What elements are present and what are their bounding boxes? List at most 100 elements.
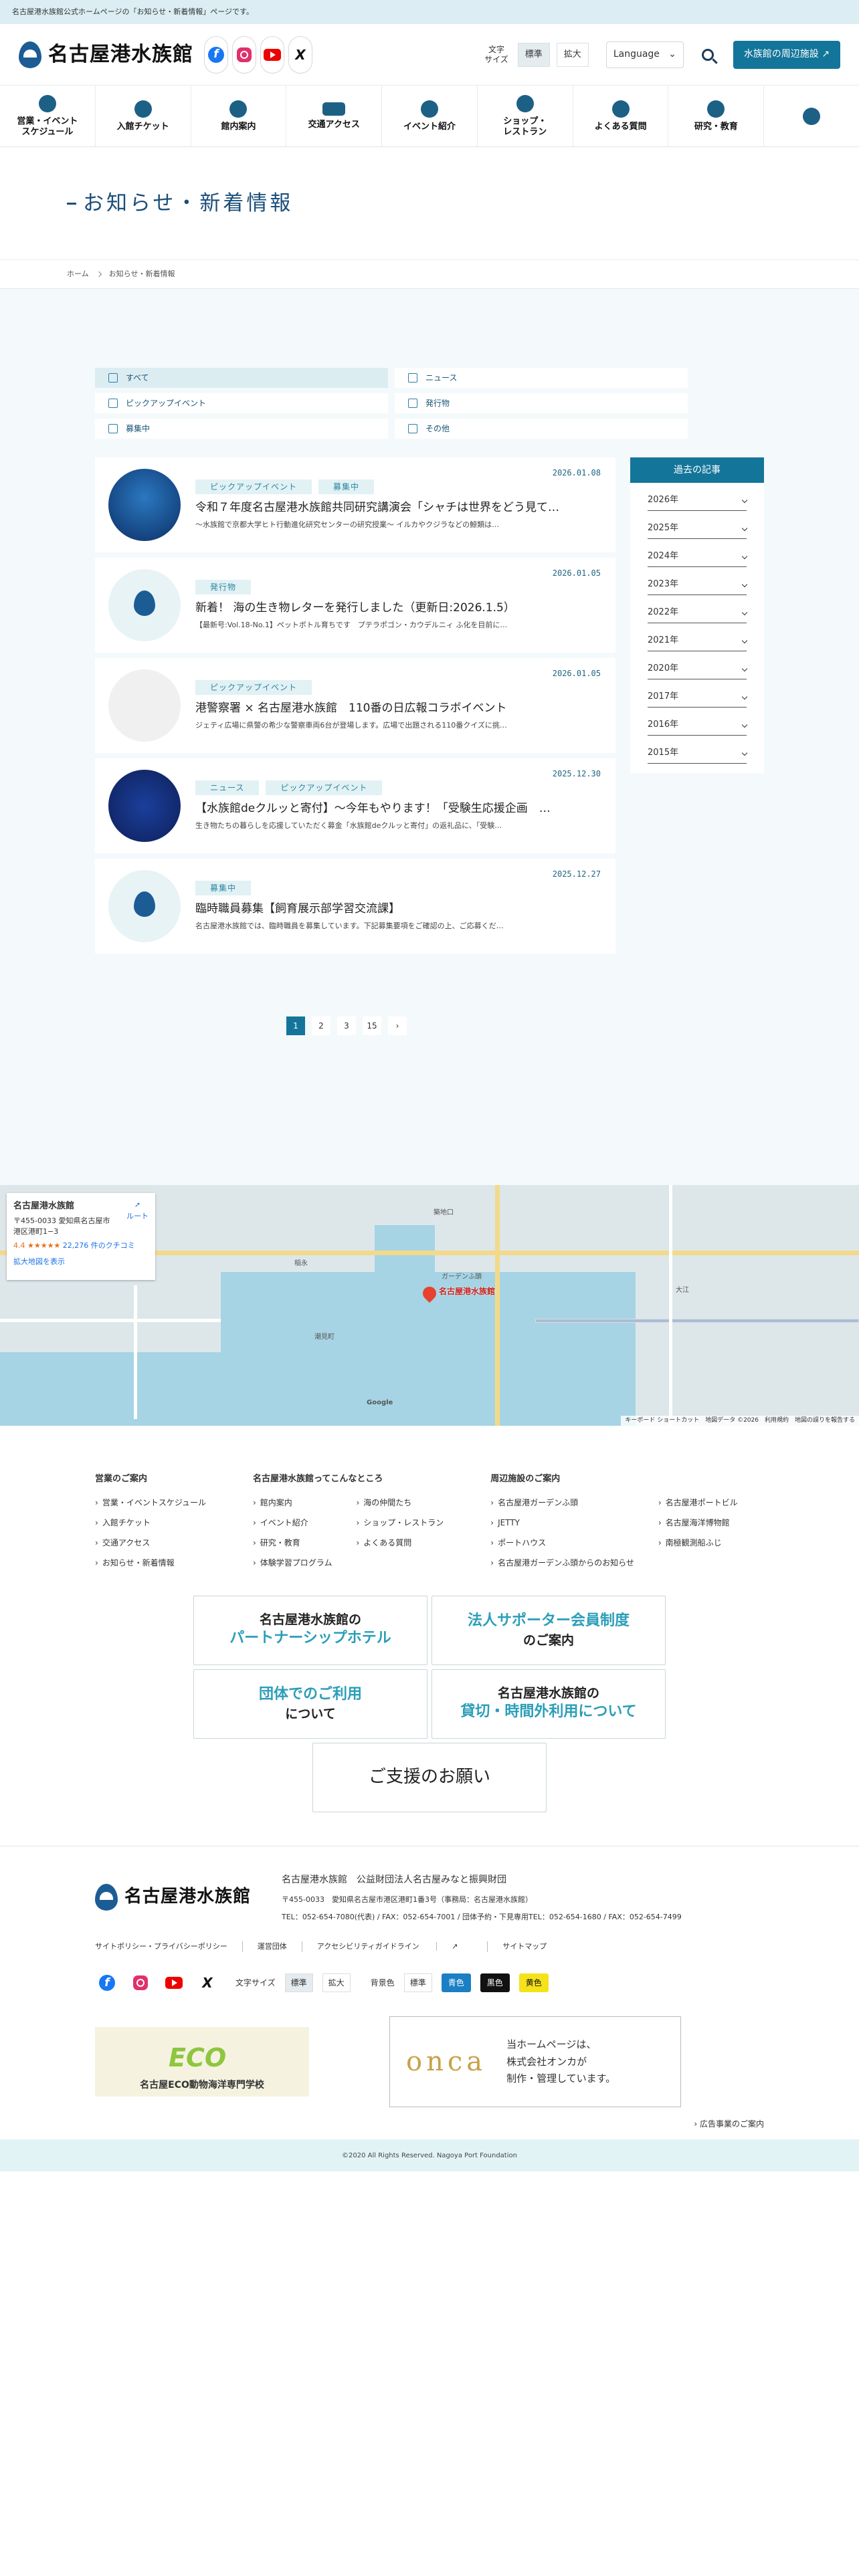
footer-link-accessibility[interactable]: アクセシビリティガイドライン ↗ xyxy=(301,1941,488,1953)
footer-logo[interactable]: 名古屋港水族館 xyxy=(95,1883,251,1911)
nearby-facilities-button[interactable]: 水族館の周辺施設 ↗ xyxy=(733,40,840,69)
facebook-link[interactable]: f xyxy=(204,35,228,74)
news-item[interactable]: ピックアップイベント 募集中 令和７年度名古屋港水族館共同研究講演会「シャチは世界を… xyxy=(95,457,615,552)
filter-megaphone[interactable]: 募集中 xyxy=(95,419,388,439)
archive-year-select[interactable]: 2025年 xyxy=(648,518,748,539)
bg-yellow-button[interactable]: 黄色 xyxy=(518,1973,549,1993)
archive-year-select[interactable]: 2023年 xyxy=(648,574,748,595)
footer-link[interactable]: 営業・イベントスケジュール xyxy=(95,1497,206,1509)
google-map[interactable]: 名古屋港水族館 〒455-0033 愛知県名古屋市港区港町1−3 4.4 ★★★… xyxy=(0,1185,859,1426)
youtube-link[interactable] xyxy=(260,35,284,74)
filter-document[interactable]: ニュース xyxy=(395,368,688,388)
footer-link[interactable]: 交通アクセス xyxy=(95,1537,206,1549)
calendar-icon xyxy=(108,399,118,408)
news-title[interactable]: 新着！ 海の生き物レターを発行しました（更新日:2026.1.5） xyxy=(195,600,602,617)
news-item[interactable]: ニュース ピックアップイベント 【水族館deクルッと寄付】～今年もやります！「受験生… xyxy=(95,758,615,853)
map-route-button[interactable]: ➚ ルート xyxy=(126,1200,149,1222)
footer-link[interactable]: 入館チケット xyxy=(95,1517,206,1529)
pager-page-15[interactable]: 15 xyxy=(363,1016,381,1035)
bg-blue-button[interactable]: 青色 xyxy=(441,1973,471,1993)
youtube-link[interactable] xyxy=(162,1971,186,1995)
footer-link-policy[interactable]: サイトポリシー・プライバシーポリシー xyxy=(95,1941,242,1953)
footer-banner-1[interactable]: 法人サポーター会員制度 のご案内 xyxy=(432,1595,666,1665)
filter-calendar[interactable]: ピックアップイベント xyxy=(95,393,388,413)
news-title[interactable]: 港警察署 × 名古屋港水族館 110番の日広報コラボイベント xyxy=(195,700,602,718)
language-select[interactable]: Language ⌄ xyxy=(605,41,684,68)
footer-link[interactable]: 体験学習プログラム xyxy=(253,1557,332,1569)
eco-school-ad[interactable]: ECO 名古屋ECO動物海洋専門学校 xyxy=(95,2027,309,2097)
pager-page-3[interactable]: 3 xyxy=(337,1016,356,1035)
news-item[interactable]: ピックアップイベント 港警察署 × 名古屋港水族館 110番の日広報コラボイベント… xyxy=(95,658,615,753)
footer-link[interactable]: 名古屋海洋博物館 xyxy=(658,1517,738,1529)
footer-link[interactable]: 館内案内 xyxy=(253,1497,332,1509)
gnav-item-7[interactable]: 研究・教育 xyxy=(668,86,763,146)
bg-standard-button[interactable]: 標準 xyxy=(403,1973,432,1993)
font-size-standard-button[interactable]: 標準 xyxy=(517,42,550,67)
ad-guide-link[interactable]: › 広告事業のご案内 xyxy=(95,2118,764,2130)
map-reviews-link[interactable]: 22,276 件のクチコミ xyxy=(63,1241,135,1250)
archive-year-select[interactable]: 2022年 xyxy=(648,602,748,623)
search-button[interactable] xyxy=(694,41,721,68)
footer-banner-3[interactable]: 名古屋港水族館の 貸切・時間外利用について xyxy=(432,1669,666,1739)
gnav-item-8[interactable] xyxy=(763,86,859,146)
footer-link[interactable]: 研究・教育 xyxy=(253,1537,332,1549)
news-item[interactable]: 募集中 臨時職員募集【飼育展示部学習交流課】 名古屋港水族館では、臨時職員を募集して… xyxy=(95,859,615,954)
gnav-item-3[interactable]: 交通アクセス xyxy=(286,86,381,146)
gnav-item-1[interactable]: 入館チケット xyxy=(94,86,191,146)
footer-link[interactable]: ポートハウス xyxy=(490,1537,634,1549)
map-attribution[interactable]: キーボード ショートカット 地図データ ©2026 利用規約 地図の誤りを報告す… xyxy=(621,1415,859,1426)
pager-page-1[interactable]: 1 xyxy=(286,1016,305,1035)
footer-banner-2[interactable]: 団体でのご利用 について xyxy=(193,1669,427,1739)
map-label: 築地口 xyxy=(434,1209,454,1216)
footer-link[interactable]: 名古屋港ガーデンふ頭 xyxy=(490,1497,634,1509)
footer-font-standard-button[interactable]: 標準 xyxy=(284,1973,313,1993)
facebook-link[interactable]: f xyxy=(95,1971,119,1995)
archive-year-select[interactable]: 2015年 xyxy=(648,742,748,764)
gnav-item-2[interactable]: 館内案内 xyxy=(190,86,286,146)
font-size-large-button[interactable]: 拡大 xyxy=(556,42,589,67)
footer-link[interactable]: イベント紹介 xyxy=(253,1517,332,1529)
x-link[interactable]: X xyxy=(195,1971,219,1995)
footer-link[interactable]: よくある質問 xyxy=(356,1537,444,1549)
footer-link[interactable]: 海の仲間たち xyxy=(356,1497,444,1509)
map-enlarge-link[interactable]: 拡大地図を表示 xyxy=(13,1257,149,1268)
gnav-item-6[interactable]: よくある質問 xyxy=(572,86,668,146)
footer-link[interactable]: 南極観測船ふじ xyxy=(658,1537,738,1549)
archive-year-select[interactable]: 2016年 xyxy=(648,714,748,736)
breadcrumb-home[interactable]: ホーム xyxy=(67,269,89,280)
pager-page-2[interactable]: 2 xyxy=(312,1016,330,1035)
footer-banner-0[interactable]: 名古屋港水族館の パートナーシップホテル xyxy=(193,1595,427,1665)
gnav-item-4[interactable]: イベント紹介 xyxy=(381,86,477,146)
map-route-label: ルート xyxy=(126,1211,149,1220)
gnav-item-0[interactable]: 営業・イベント スケジュール xyxy=(0,86,95,146)
news-title[interactable]: 令和７年度名古屋港水族館共同研究講演会「シャチは世界をどう見て… xyxy=(195,500,602,517)
filter-info[interactable]: その他 xyxy=(395,419,688,439)
footer-link[interactable]: 名古屋港ポートビル xyxy=(658,1497,738,1509)
archive-year-select[interactable]: 2017年 xyxy=(648,686,748,708)
footer-link-organization[interactable]: 運営団体 xyxy=(242,1941,302,1953)
footer-link[interactable]: JETTY xyxy=(490,1517,634,1529)
footer-font-large-button[interactable]: 拡大 xyxy=(322,1973,351,1993)
pager-next-button[interactable]: › xyxy=(388,1016,407,1035)
instagram-link[interactable] xyxy=(128,1971,153,1995)
site-logo[interactable]: 名古屋港水族館 xyxy=(19,39,193,70)
archive-year-select[interactable]: 2026年 xyxy=(648,490,748,511)
archive-year-select[interactable]: 2021年 xyxy=(648,630,748,651)
footer-link-sitemap[interactable]: サイトマップ xyxy=(487,1941,561,1953)
filter-grid[interactable]: すべて xyxy=(95,368,388,388)
x-link[interactable]: X xyxy=(288,35,312,74)
onca-ad[interactable]: onca 当ホームページは、 株式会社オンカが 制作・管理しています。 xyxy=(389,2016,681,2108)
filter-book[interactable]: 発行物 xyxy=(395,393,688,413)
footer-link[interactable]: 名古屋港ガーデンふ頭からのお知らせ xyxy=(490,1557,634,1569)
archive-year-select[interactable]: 2020年 xyxy=(648,658,748,679)
instagram-link[interactable] xyxy=(232,35,256,74)
footer-link[interactable]: お知らせ・新着情報 xyxy=(95,1557,206,1569)
news-title[interactable]: 【水族館deクルッと寄付】～今年もやります！「受験生応援企画 … xyxy=(195,800,602,818)
gnav-item-5[interactable]: ショップ・ レストラン xyxy=(476,86,573,146)
footer-banner-4[interactable]: ご支援のお願い xyxy=(312,1742,547,1812)
news-title[interactable]: 臨時職員募集【飼育展示部学習交流課】 xyxy=(195,901,602,918)
news-item[interactable]: 発行物 新着！ 海の生き物レターを発行しました（更新日:2026.1.5） 【最新号… xyxy=(95,558,615,653)
bg-black-button[interactable]: 黒色 xyxy=(480,1973,510,1993)
footer-link[interactable]: ショップ・レストラン xyxy=(356,1517,444,1529)
archive-year-select[interactable]: 2024年 xyxy=(648,546,748,567)
